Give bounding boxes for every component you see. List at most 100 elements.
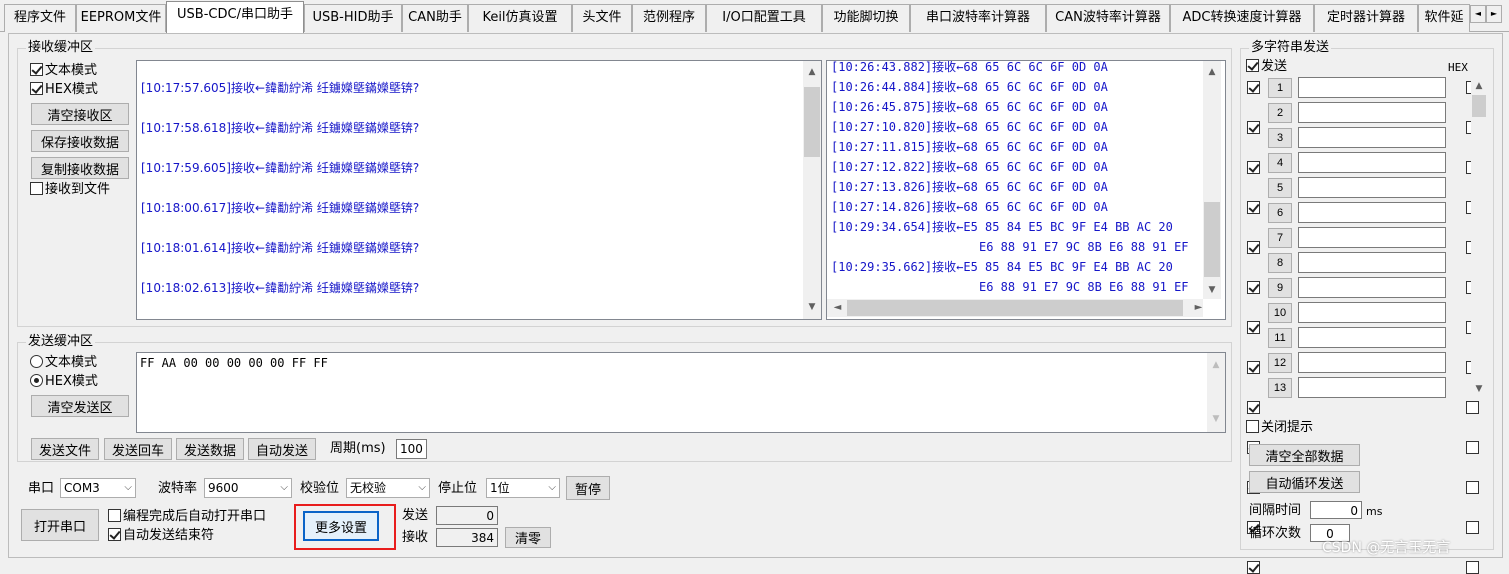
close-tip-checkbox[interactable]: 关闭提示 [1246, 419, 1313, 437]
row-hex-checkbox[interactable] [1466, 561, 1479, 574]
scroll-thumb[interactable] [1204, 202, 1220, 277]
row-send-checkbox[interactable] [1247, 281, 1260, 294]
more-settings-button[interactable]: 更多设置 [303, 511, 379, 541]
row-string-input[interactable] [1298, 77, 1446, 98]
row-send-checkbox[interactable] [1247, 121, 1260, 134]
recv-text-mode-checkbox[interactable]: 文本模式 [30, 62, 97, 80]
row-string-input[interactable] [1298, 227, 1446, 248]
row-send-button[interactable]: 13 [1268, 378, 1292, 398]
auto-open-port-checkbox[interactable]: 编程完成后自动打开串口 [108, 508, 266, 526]
send-text-area[interactable]: FF AA 00 00 00 00 00 FF FF ▲ ▼ [136, 352, 1226, 433]
tab-pin-switch[interactable]: 功能脚切换 [822, 4, 910, 32]
row-send-button[interactable]: 8 [1268, 253, 1292, 273]
receive-hex-vscrollbar[interactable]: ▲ ▼ [1203, 61, 1221, 299]
tab-usb-hid[interactable]: USB-HID助手 [304, 4, 402, 32]
send-vscrollbar[interactable]: ▲ ▼ [1207, 353, 1225, 432]
row-hex-checkbox[interactable] [1466, 401, 1479, 414]
tab-eeprom-file[interactable]: EEPROM文件 [76, 4, 166, 32]
tab-adc-calc[interactable]: ADC转换速度计算器 [1170, 4, 1314, 32]
tab-keil-sim[interactable]: Keil仿真设置 [468, 4, 572, 32]
receive-text-vscrollbar[interactable]: ▲ ▼ [803, 61, 821, 319]
row-string-input[interactable] [1298, 302, 1446, 323]
scroll-up-icon[interactable]: ▲ [1207, 357, 1225, 374]
row-send-checkbox[interactable] [1247, 201, 1260, 214]
row-send-button[interactable]: 1 [1268, 78, 1292, 98]
row-send-checkbox[interactable] [1247, 321, 1260, 334]
receive-hex-hscrollbar[interactable]: ◄ ► [827, 299, 1203, 317]
scroll-left-icon[interactable]: ◄ [829, 299, 846, 317]
scroll-down-icon[interactable]: ▼ [1203, 282, 1221, 299]
send-text-mode-radio[interactable]: 文本模式 [30, 354, 97, 372]
baud-select[interactable]: 9600 ⌵ [204, 478, 292, 498]
row-string-input[interactable] [1298, 202, 1446, 223]
scroll-right-icon[interactable]: ► [1190, 299, 1207, 317]
auto-send-button[interactable]: 自动发送 [248, 438, 316, 460]
save-receive-data-button[interactable]: 保存接收数据 [31, 130, 129, 152]
send-file-button[interactable]: 发送文件 [31, 438, 99, 460]
row-send-checkbox[interactable] [1247, 361, 1260, 374]
auto-loop-send-button[interactable]: 自动循环发送 [1249, 471, 1360, 493]
row-send-button[interactable]: 7 [1268, 228, 1292, 248]
tab-scroll-left-icon[interactable]: ◄ [1470, 5, 1486, 23]
auto-send-end-checkbox[interactable]: 自动发送结束符 [108, 527, 214, 545]
scroll-up-icon[interactable]: ▲ [803, 64, 821, 81]
clear-send-button[interactable]: 清空发送区 [31, 395, 129, 417]
send-hex-mode-radio[interactable]: HEX模式 [30, 373, 98, 391]
tab-uart-baud-calc[interactable]: 串口波特率计算器 [910, 4, 1046, 32]
row-send-checkbox[interactable] [1247, 241, 1260, 254]
multi-send-all-checkbox[interactable]: 发送 [1246, 58, 1287, 76]
row-hex-checkbox[interactable] [1466, 521, 1479, 534]
row-string-input[interactable] [1298, 127, 1446, 148]
multi-vscrollbar[interactable]: ▲ ▼ [1471, 78, 1487, 398]
row-send-button[interactable]: 4 [1268, 153, 1292, 173]
period-input[interactable]: 100 [396, 439, 427, 459]
row-send-button[interactable]: 11 [1268, 328, 1292, 348]
row-string-input[interactable] [1298, 177, 1446, 198]
row-send-button[interactable]: 12 [1268, 353, 1292, 373]
tab-examples[interactable]: 范例程序 [632, 4, 706, 32]
row-send-button[interactable]: 6 [1268, 203, 1292, 223]
tab-program-file[interactable]: 程序文件 [4, 4, 76, 32]
copy-receive-data-button[interactable]: 复制接收数据 [31, 157, 129, 179]
row-send-button[interactable]: 2 [1268, 103, 1292, 123]
scroll-thumb[interactable] [847, 300, 1183, 316]
scroll-thumb[interactable] [1472, 95, 1486, 117]
receive-to-file-checkbox[interactable]: 接收到文件 [30, 181, 110, 199]
row-string-input[interactable] [1298, 352, 1446, 373]
open-port-button[interactable]: 打开串口 [21, 509, 99, 541]
row-send-button[interactable]: 5 [1268, 178, 1292, 198]
scroll-down-icon[interactable]: ▼ [1471, 381, 1487, 398]
stop-bits-select[interactable]: 1位 ⌵ [486, 478, 560, 498]
tab-usb-cdc-serial[interactable]: USB-CDC/串口助手 [166, 1, 304, 33]
row-string-input[interactable] [1298, 377, 1446, 398]
row-send-checkbox[interactable] [1247, 401, 1260, 414]
row-string-input[interactable] [1298, 152, 1446, 173]
row-send-checkbox[interactable] [1247, 81, 1260, 94]
row-string-input[interactable] [1298, 252, 1446, 273]
row-send-checkbox[interactable] [1247, 161, 1260, 174]
clear-all-data-button[interactable]: 清空全部数据 [1249, 444, 1360, 466]
parity-select[interactable]: 无校验 ⌵ [346, 478, 430, 498]
tab-timer-calc[interactable]: 定时器计算器 [1314, 4, 1418, 32]
clear-receive-button[interactable]: 清空接收区 [31, 103, 129, 125]
send-data-button[interactable]: 发送数据 [176, 438, 244, 460]
send-enter-button[interactable]: 发送回车 [104, 438, 172, 460]
recv-hex-mode-checkbox[interactable]: HEX模式 [30, 81, 98, 99]
row-send-button[interactable]: 9 [1268, 278, 1292, 298]
row-string-input[interactable] [1298, 277, 1446, 298]
receive-text-area[interactable]: [10:17:57.605]接收←鍏勫紵浠 纴鐪嬫墍鏋嬫墍锛? [10:17:5… [136, 60, 822, 320]
scroll-up-icon[interactable]: ▲ [1203, 64, 1221, 81]
pause-button[interactable]: 暂停 [566, 476, 610, 500]
row-string-input[interactable] [1298, 102, 1446, 123]
scroll-thumb[interactable] [804, 87, 820, 157]
row-send-button[interactable]: 10 [1268, 303, 1292, 323]
row-send-checkbox[interactable] [1247, 561, 1260, 574]
port-select[interactable]: COM3 ⌵ [60, 478, 136, 498]
row-hex-checkbox[interactable] [1466, 441, 1479, 454]
row-string-input[interactable] [1298, 327, 1446, 348]
tab-can-baud-calc[interactable]: CAN波特率计算器 [1046, 4, 1170, 32]
interval-input[interactable]: 0 [1310, 501, 1362, 519]
scroll-down-icon[interactable]: ▼ [1207, 411, 1225, 428]
tab-scroll-right-icon[interactable]: ► [1486, 5, 1502, 23]
clear-count-button[interactable]: 清零 [505, 527, 551, 548]
